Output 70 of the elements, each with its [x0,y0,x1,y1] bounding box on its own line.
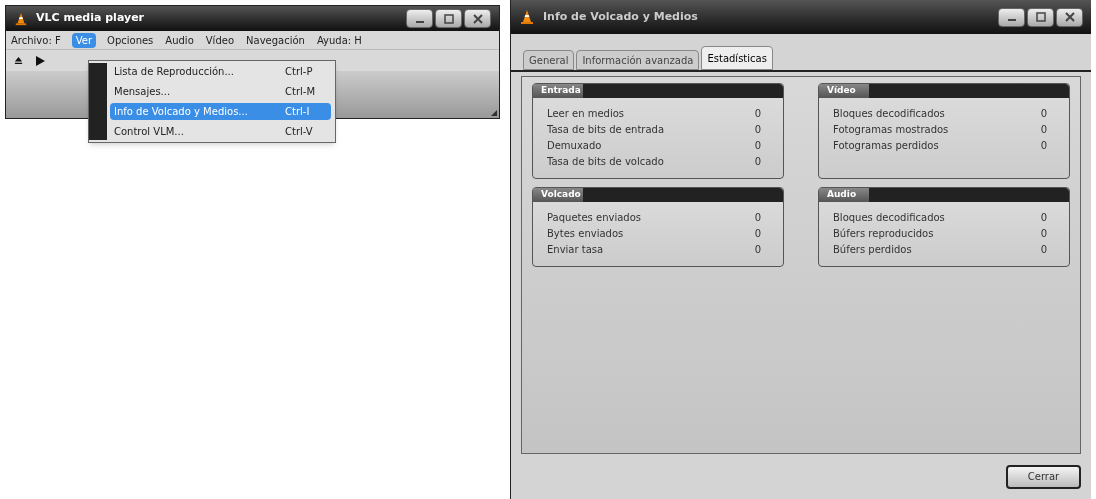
stat-value: 0 [1040,211,1048,225]
window-title: Info de Volcado y Medios [543,8,698,25]
stat-label: Bloques decodificados [833,107,945,121]
menu-entry-label: Control VLM... [114,125,184,139]
maximize-icon [1035,12,1046,22]
stat-value: 0 [1040,227,1048,241]
menu-entry-label: Mensajes... [114,85,171,99]
shortcut-label: Ctrl-V [285,125,314,139]
stat-label: Paquetes enviados [547,211,641,225]
menu-item[interactable]: Ayuda: H [315,32,363,48]
close-icon [1064,12,1075,22]
menu-entry[interactable]: Lista de Reproducción... Ctrl-P [110,63,331,80]
stat-value: 0 [754,139,762,153]
stat-label: Tasa de bits de volcado [547,155,664,169]
minimize-button[interactable] [406,9,433,28]
window-title: VLC media player [36,10,145,27]
tab[interactable]: Estadísticas [701,46,773,70]
shortcut-label: Ctrl-M [285,85,317,99]
traffic-cone-icon [14,11,28,26]
tab[interactable]: General [523,50,575,70]
stat-value: 0 [1040,107,1048,121]
stat-value: 0 [754,211,762,225]
minimize-icon [415,20,424,23]
stat-value: 0 [754,243,762,257]
close-button[interactable] [1056,7,1083,27]
play-icon[interactable] [35,55,45,66]
stat-label: Tasa de bits de entrada [547,123,665,137]
stat-label: Búfers reproducidos [833,227,934,241]
stat-label: Búfers perdidos [833,243,912,257]
close-button[interactable] [464,9,491,28]
eject-icon[interactable] [14,56,23,65]
minimize-icon [1007,19,1016,21]
stat-label: Fotogramas mostrados [833,123,949,137]
minimize-button[interactable] [998,7,1025,27]
maximize-icon [443,13,454,24]
menu-entry[interactable]: Control VLM... Ctrl-V [110,123,331,140]
stat-value: 0 [1040,139,1048,153]
traffic-cone-icon [519,9,535,25]
maximize-button[interactable] [1027,7,1054,27]
stat-label: Enviar tasa [547,243,604,257]
group-title: Vídeo [819,84,869,98]
menu-entry-label: Info de Volcado y Medios... [114,105,248,119]
maximize-button[interactable] [435,9,462,28]
resize-grip-icon [491,110,497,116]
close-dialog-button[interactable]: Cerrar [1006,464,1081,489]
menu-item[interactable]: Archivo: F [10,32,62,48]
menu-item[interactable]: Audio [164,32,195,48]
menu-entry[interactable]: Mensajes... Ctrl-M [110,83,331,100]
tab[interactable]: Información avanzada [576,50,700,70]
group-title: Audio [819,188,869,202]
close-icon [472,13,483,24]
menu-item[interactable]: Vídeo [204,32,236,48]
shortcut-label: Ctrl-I [285,105,311,119]
group-title: Volcado [533,188,583,202]
stat-value: 0 [754,227,762,241]
stat-value: 0 [754,155,762,169]
stat-label: Bytes enviados [547,227,624,241]
menu-entry-label: Lista de Reproducción... [114,65,234,79]
stat-value: 0 [754,107,762,121]
group-title: Entrada [533,84,583,98]
stat-value: 0 [1040,243,1048,257]
menu-item[interactable]: Opciones [106,32,155,48]
shortcut-label: Ctrl-P [285,65,314,79]
menu-item[interactable]: Navegación [245,32,306,48]
stat-value: 0 [754,123,762,137]
stat-label: Bloques decodificados [833,211,945,225]
stat-label: Demuxado [547,139,602,153]
stat-value: 0 [1040,123,1048,137]
stat-label: Fotogramas perdidos [833,139,939,153]
stat-label: Leer en medios [547,107,624,121]
